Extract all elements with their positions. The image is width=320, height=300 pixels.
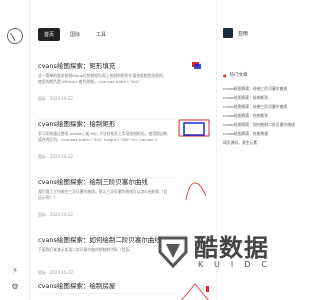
theme-toggle-icon[interactable]: ⚡ (10, 266, 20, 276)
hot-article-link[interactable]: cvans绘图探索：如何绘制二阶贝塞尔曲线 (223, 120, 297, 129)
hot-articles-title: 热门文章 (229, 73, 248, 78)
watermark-text: 酷数据 (194, 234, 269, 262)
post-item[interactable]: cvans绘图探索：绘制矩形 学习如何通过使用 stroke() 或 fill(… (38, 118, 214, 178)
post-excerpt: 我们用了工作来在三次贝塞尔曲线，那么三次贝塞尔曲线可以怎么绘制呢（包括示例）？ (38, 189, 168, 200)
watermark-subtext: KUIDC (198, 260, 278, 269)
post-item[interactable]: cvans绘图探索：绘制三阶贝塞尔曲线 我们用了工作来在三次贝塞尔曲线，那么三次… (38, 176, 214, 236)
post-item[interactable]: cvans绘图探索：绘制房屋 (38, 280, 214, 300)
site-logo-icon[interactable] (7, 28, 23, 44)
post-thumbnail[interactable] (176, 280, 214, 300)
post-meta: 国际 · 2023-10-22 (38, 154, 74, 159)
tab-tools[interactable]: 工具 (90, 28, 112, 41)
post-excerpt: 学习如何通过使用 stroke() 或 fill() 方法在矩形上实现绘制矩形。… (38, 131, 168, 142)
left-rail: ⚡ ⚙ (0, 0, 30, 300)
post-thumbnail[interactable] (176, 118, 214, 146)
post-thumbnail[interactable] (176, 176, 214, 204)
post-title[interactable]: cvans绘图探索：绘制房屋 (38, 280, 168, 290)
hot-article-link[interactable]: 网页源码，原生元素 (223, 138, 297, 147)
post-meta: 国际 · 2023-10-22 (38, 212, 74, 217)
watermark: 酷数据 KUIDC (156, 230, 296, 278)
post-title[interactable]: cvans绘图探索：绘制三阶贝塞尔曲线 (38, 176, 168, 186)
post-excerpt: 这一简单的要求绘制Wgux位的装矩形再上绘制的矩形在填充框颜色绘图的。使用的颜色… (38, 73, 167, 84)
author-avatar[interactable] (223, 28, 233, 38)
settings-icon[interactable]: ⚙ (10, 282, 20, 292)
hot-article-link[interactable]: cvans绘图探索：绘制房屋 (223, 129, 297, 138)
category-tabs: 首页 国际 工具 (38, 28, 112, 41)
watermark-logo-icon (158, 236, 188, 269)
hot-articles-list: cvans绘图探索：绘制三阶贝塞尔曲线 cvans绘图探索：绘制矩形 cvans… (223, 84, 297, 147)
post-meta: 国际 · 2023-10-22 (38, 270, 74, 275)
post-title[interactable]: cvans绘图探索：矩形填充 (38, 60, 168, 70)
post-title[interactable]: cvans绘图探索：绘制矩形 (38, 118, 168, 128)
fire-icon: ● (223, 72, 227, 78)
hot-article-link[interactable]: cvans绘图探索：绘制三阶贝塞尔曲线 (223, 84, 297, 93)
post-meta: 国际 · 2023-10-22 (38, 96, 74, 101)
tab-international[interactable]: 国际 (64, 28, 86, 41)
hot-article-link[interactable]: cvans绘图探索：绘制矩形 (223, 93, 297, 102)
hot-articles-heading: ● 热门文章 (223, 72, 248, 79)
post-title[interactable]: cvans绘图探索：如何绘制二阶贝塞尔曲线 (38, 234, 168, 244)
post-item[interactable]: cvans绘图探索：矩形填充 这一简单的要求绘制Wgux位的装矩形再上绘制的矩形… (38, 60, 214, 120)
post-thumbnail[interactable] (176, 60, 214, 88)
tab-home[interactable]: 首页 (38, 28, 61, 41)
author-name[interactable]: 亚雨 (238, 30, 248, 37)
hot-article-link[interactable]: cvans绘图探索：绘制三阶贝塞尔曲线 (223, 102, 297, 111)
hot-article-link[interactable]: cvans绘图探索：绘制矩形 (223, 111, 297, 120)
post-excerpt: 下面我们来演示实现二阶贝塞尔曲线绘制的代码（包括... (38, 247, 133, 252)
